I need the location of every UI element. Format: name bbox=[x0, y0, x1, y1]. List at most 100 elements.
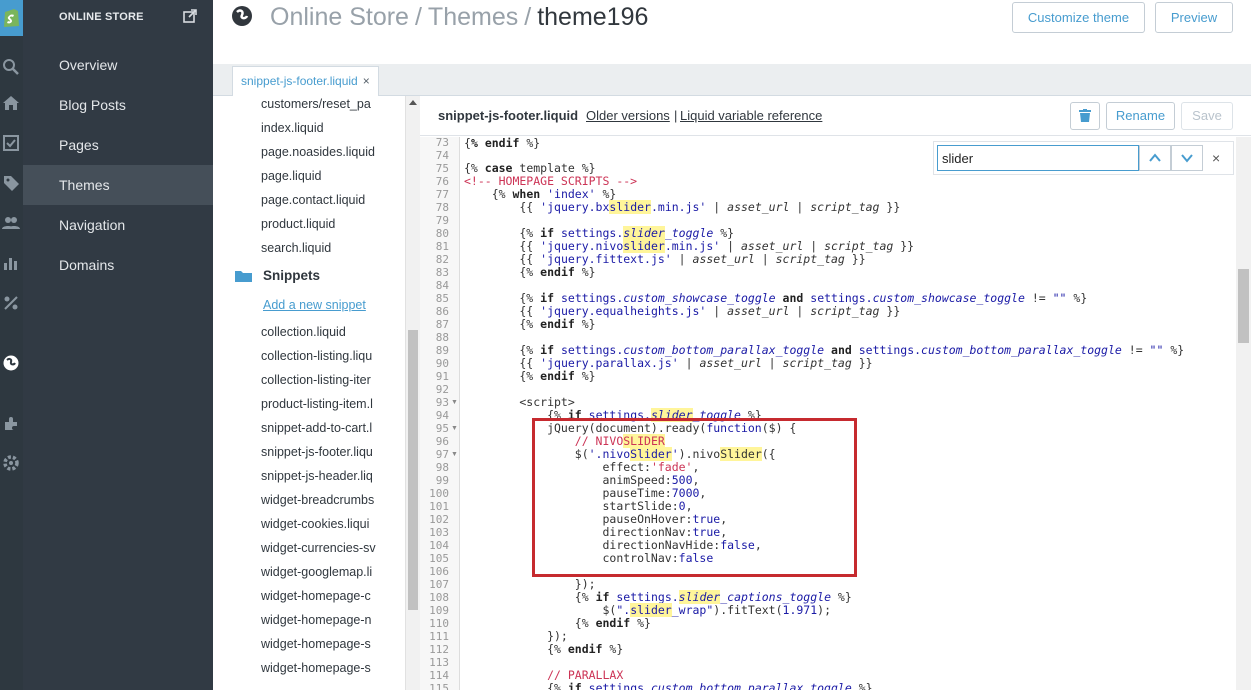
fold-toggle-icon[interactable]: ▼ bbox=[451, 451, 458, 458]
file-item[interactable]: collection.liquid bbox=[261, 320, 405, 344]
reports-icon[interactable] bbox=[2, 254, 20, 272]
code-line: <!-- HOMEPAGE SCRIPTS --> bbox=[464, 174, 638, 188]
line-number: 115 bbox=[429, 682, 449, 690]
file-label: snippet-js-footer.liqu bbox=[261, 445, 373, 459]
file-item[interactable]: product-listing-item.l bbox=[261, 392, 405, 416]
code-line: {{ 'jquery.fittext.js' | asset_url | scr… bbox=[464, 252, 866, 266]
nav-item-blog-posts[interactable]: Blog Posts bbox=[23, 85, 213, 125]
file-label: snippet-js-header.liq bbox=[261, 469, 373, 483]
line-number: 93 bbox=[435, 396, 449, 409]
fold-toggle-icon[interactable]: ▼ bbox=[451, 399, 458, 406]
nav-item-pages[interactable]: Pages bbox=[23, 125, 213, 165]
file-item[interactable]: collection-listing-iter bbox=[261, 368, 405, 392]
file-label: collection-listing.liqu bbox=[261, 349, 373, 363]
file-item[interactable]: page.contact.liquid bbox=[261, 188, 405, 212]
file-item[interactable]: search.liquid bbox=[261, 236, 405, 260]
file-item[interactable]: snippet-add-to-cart.l bbox=[261, 416, 405, 440]
snippets-folder[interactable]: Snippets bbox=[235, 268, 320, 283]
discounts-icon[interactable] bbox=[2, 294, 20, 312]
line-number: 86 bbox=[435, 305, 449, 318]
breadcrumb-themes[interactable]: Themes bbox=[428, 3, 518, 31]
scroll-up-icon[interactable] bbox=[409, 100, 417, 105]
file-item[interactable]: product.liquid bbox=[261, 212, 405, 236]
preview-button[interactable]: Preview bbox=[1155, 2, 1233, 33]
line-number: 91 bbox=[435, 370, 449, 383]
nav-item-themes[interactable]: Themes bbox=[23, 165, 213, 205]
file-item[interactable]: widget-breadcrumbs bbox=[261, 488, 405, 512]
file-item[interactable]: collection-listing.liqu bbox=[261, 344, 405, 368]
file-item[interactable]: snippet-js-footer.liqu bbox=[261, 440, 405, 464]
settings-icon[interactable] bbox=[2, 454, 20, 472]
close-search-icon[interactable]: × bbox=[1212, 150, 1220, 166]
save-button[interactable]: Save bbox=[1181, 102, 1233, 130]
file-item[interactable]: widget-currencies-sv bbox=[261, 536, 405, 560]
nav-item-domains[interactable]: Domains bbox=[23, 245, 213, 285]
nav-item-overview[interactable]: Overview bbox=[23, 45, 213, 85]
line-number: 101 bbox=[429, 500, 449, 513]
file-label: product-listing-item.l bbox=[261, 397, 373, 411]
home-icon[interactable] bbox=[2, 94, 20, 112]
file-item[interactable]: widget-cookies.liqui bbox=[261, 512, 405, 536]
file-item[interactable]: widget-googlemap.li bbox=[261, 560, 405, 584]
apps-icon[interactable] bbox=[2, 414, 20, 432]
tag-icon[interactable] bbox=[2, 174, 20, 192]
breadcrumb: Online Store / Themes / theme196 bbox=[270, 3, 648, 32]
close-tab-icon[interactable]: × bbox=[363, 74, 370, 88]
breadcrumb-online-store[interactable]: Online Store bbox=[270, 3, 409, 31]
file-label: widget-currencies-sv bbox=[261, 541, 376, 555]
search-next-button[interactable] bbox=[1171, 145, 1203, 171]
customize-theme-button[interactable]: Customize theme bbox=[1012, 2, 1145, 33]
online-store-icon[interactable] bbox=[2, 354, 20, 372]
link-separator: | bbox=[674, 108, 678, 123]
code-line: <script> bbox=[464, 395, 575, 409]
line-number: 89 bbox=[435, 344, 449, 357]
trash-icon bbox=[1079, 109, 1091, 122]
code-line: {% endif %} bbox=[464, 616, 651, 630]
file-item[interactable]: widget-homepage-n bbox=[261, 608, 405, 632]
code-line: {% endif %} bbox=[464, 265, 596, 279]
nav-item-navigation[interactable]: Navigation bbox=[23, 205, 213, 245]
file-item[interactable]: widget-homepage-c bbox=[261, 584, 405, 608]
scrollbar-thumb[interactable] bbox=[1238, 269, 1249, 343]
code-line: {{ 'jquery.parallax.js' | asset_url | sc… bbox=[464, 356, 873, 370]
editor-scrollbar[interactable] bbox=[1236, 137, 1251, 690]
file-tree-scrollbar[interactable] bbox=[405, 96, 420, 690]
file-item[interactable]: page.liquid bbox=[261, 164, 405, 188]
code-editor[interactable]: {% endif %} {% case template %} <!-- HOM… bbox=[460, 137, 1236, 690]
shopify-logo-icon[interactable] bbox=[0, 0, 23, 36]
line-number: 84 bbox=[435, 279, 449, 292]
older-versions-link[interactable]: Older versions bbox=[586, 108, 670, 123]
file-item[interactable]: index.liquid bbox=[261, 116, 405, 140]
search-icon[interactable] bbox=[2, 58, 20, 76]
tab-snippet-js-footer[interactable]: snippet-js-footer.liquid × bbox=[232, 66, 379, 96]
code-line: // PARALLAX bbox=[464, 668, 624, 682]
code-line: {% if settings.slider_toggle %} bbox=[464, 226, 735, 240]
breadcrumb-separator: / bbox=[414, 3, 422, 31]
file-item[interactable]: customers/reset_pa bbox=[261, 96, 405, 116]
line-number: 73 bbox=[435, 136, 449, 149]
liquid-reference-link[interactable]: Liquid variable reference bbox=[680, 108, 822, 123]
fold-toggle-icon[interactable]: ▼ bbox=[451, 425, 458, 432]
file-item[interactable]: widget-homepage-s bbox=[261, 656, 405, 680]
editor-filename: snippet-js-footer.liquid bbox=[438, 108, 579, 123]
file-item[interactable]: page.noasides.liquid bbox=[261, 140, 405, 164]
search-input[interactable] bbox=[937, 145, 1139, 171]
file-label: widget-cookies.liqui bbox=[261, 517, 370, 531]
delete-file-button[interactable] bbox=[1070, 102, 1100, 130]
file-label: widget-breadcrumbs bbox=[261, 493, 375, 507]
code-line: {% if settings.custom_bottom_parallax_to… bbox=[464, 343, 1185, 357]
online-store-icon bbox=[232, 6, 252, 26]
file-item[interactable]: snippet-js-header.liq bbox=[261, 464, 405, 488]
search-previous-button[interactable] bbox=[1139, 145, 1171, 171]
code-line: {% endif %} bbox=[464, 369, 596, 383]
orders-icon[interactable] bbox=[2, 134, 20, 152]
add-snippet-link[interactable]: Add a new snippet bbox=[263, 298, 366, 312]
file-item[interactable]: widget-homepage-s bbox=[261, 632, 405, 656]
customers-icon[interactable] bbox=[2, 214, 20, 232]
editor-toolbar: snippet-js-footer.liquid Older versions … bbox=[420, 96, 1251, 136]
rename-button[interactable]: Rename bbox=[1106, 102, 1175, 130]
scrollbar-thumb[interactable] bbox=[408, 330, 418, 610]
line-number: 95 bbox=[435, 422, 449, 435]
line-number: 81 bbox=[435, 240, 449, 253]
external-link-icon[interactable] bbox=[183, 9, 197, 23]
